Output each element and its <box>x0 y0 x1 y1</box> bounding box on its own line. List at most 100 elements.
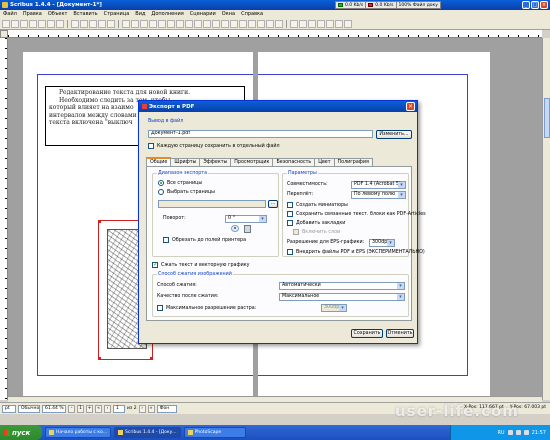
rotation-select[interactable]: 0 ° <box>225 215 267 223</box>
dialog-close-button[interactable]: × <box>406 102 415 111</box>
quality-select[interactable]: Максимальное <box>279 293 405 301</box>
prev-page-icon[interactable]: ‹ <box>104 404 111 413</box>
print-icon[interactable] <box>38 19 46 28</box>
taskbar-item[interactable]: Scribus 1.4.4 - [Доку... <box>114 427 181 438</box>
export-pdf-icon[interactable] <box>56 19 64 28</box>
mode-select[interactable]: Обычно <box>18 404 40 413</box>
first-page-icon[interactable]: « <box>95 404 102 413</box>
zoom-out-icon[interactable]: - <box>68 404 75 413</box>
menu-extras[interactable]: Дополнения <box>151 11 183 17</box>
layers-checkbox[interactable] <box>293 229 299 235</box>
select-tool-icon[interactable] <box>122 19 130 28</box>
menu-scripts[interactable]: Сценарии <box>190 11 216 17</box>
pages-input[interactable] <box>158 200 266 208</box>
text-frame-tool-icon[interactable] <box>131 19 139 28</box>
eyedropper-icon[interactable] <box>275 19 283 28</box>
menu-edit[interactable]: Правка <box>23 11 42 17</box>
taskbar-item[interactable]: Начало работы с ко... <box>45 427 112 438</box>
preview-eye-icon[interactable] <box>231 225 239 232</box>
menu-file[interactable]: Файл <box>3 11 17 17</box>
volume-icon[interactable] <box>515 430 521 435</box>
tab-color[interactable]: Цвет <box>314 158 335 166</box>
vertical-ruler[interactable] <box>0 38 8 400</box>
network-icon[interactable] <box>523 430 529 435</box>
new-document-icon[interactable] <box>2 19 10 28</box>
pdf-pushbutton-icon[interactable] <box>290 19 298 28</box>
tab-viewer[interactable]: Просмотрщик <box>230 158 274 166</box>
close-button[interactable]: × <box>540 1 548 9</box>
tab-fonts[interactable]: Шрифты <box>170 158 201 166</box>
vertical-scrollbar[interactable] <box>542 38 550 400</box>
resize-handle[interactable] <box>99 221 101 223</box>
linked-frames-checkbox[interactable] <box>287 211 293 217</box>
tray-icon[interactable] <box>507 430 513 435</box>
undo-icon[interactable] <box>71 19 79 28</box>
zoom-in-icon[interactable]: + <box>86 404 93 413</box>
menu-windows[interactable]: Окна <box>222 11 235 17</box>
tab-prepress[interactable]: Полиграфия <box>333 158 373 166</box>
tab-effects[interactable]: Эффекты <box>199 158 232 166</box>
pdf-combobox-icon[interactable] <box>317 19 325 28</box>
thumbnails-checkbox[interactable] <box>287 202 293 208</box>
preflight-icon[interactable] <box>47 19 55 28</box>
link-frames-icon[interactable] <box>248 19 256 28</box>
resize-handle[interactable] <box>99 357 101 359</box>
eps-resolution-select[interactable]: 300dpi <box>369 239 395 247</box>
last-page-icon[interactable]: » <box>147 404 155 413</box>
rotate-tool-icon[interactable] <box>212 19 220 28</box>
paste-icon[interactable] <box>107 19 115 28</box>
open-icon[interactable] <box>11 19 19 28</box>
scrollbar-thumb[interactable] <box>544 98 550 138</box>
resize-handle[interactable] <box>150 357 152 359</box>
all-pages-radio[interactable] <box>158 180 164 186</box>
shape-tool-icon[interactable] <box>167 19 175 28</box>
menu-object[interactable]: Объект <box>48 11 68 17</box>
embed-eps-checkbox[interactable] <box>287 249 293 255</box>
menu-page[interactable]: Страница <box>104 11 130 17</box>
ruler-origin[interactable] <box>0 30 8 38</box>
per-page-checkbox[interactable] <box>148 143 154 149</box>
compression-method-select[interactable]: Автоматически <box>279 282 405 290</box>
pdf-listbox-icon[interactable] <box>326 19 334 28</box>
table-tool-icon[interactable] <box>158 19 166 28</box>
zoom-tool-icon[interactable] <box>221 19 229 28</box>
bookmarks-checkbox[interactable] <box>287 220 293 226</box>
tab-general[interactable]: Общие <box>146 157 172 166</box>
maximize-button[interactable]: □ <box>531 1 539 9</box>
bezier-tool-icon[interactable] <box>194 19 202 28</box>
next-page-icon[interactable]: › <box>138 404 146 413</box>
close-document-icon[interactable] <box>29 19 37 28</box>
measure-icon[interactable] <box>266 19 274 28</box>
layer-select[interactable]: Фон <box>156 404 177 413</box>
language-indicator[interactable]: RU <box>497 430 504 436</box>
unit-select[interactable]: pt <box>2 404 16 413</box>
polygon-tool-icon[interactable] <box>176 19 184 28</box>
compress-text-checkbox[interactable] <box>152 261 158 268</box>
taskbar-item[interactable]: PhotoScape <box>183 427 246 438</box>
freehand-tool-icon[interactable] <box>203 19 211 28</box>
horizontal-ruler[interactable] <box>8 30 542 38</box>
edit-text-icon[interactable] <box>239 19 247 28</box>
compatibility-select[interactable]: PDF 1.4 (Acrobat 5) <box>351 181 406 189</box>
menu-insert[interactable]: Вставить <box>73 11 97 17</box>
edit-contents-icon[interactable] <box>230 19 238 28</box>
menu-help[interactable]: Справка <box>241 11 263 17</box>
minimize-button[interactable]: _ <box>522 1 530 9</box>
pdf-textfield-icon[interactable] <box>299 19 307 28</box>
zoom-field[interactable]: 61.44 % <box>42 404 66 413</box>
unlink-frames-icon[interactable] <box>257 19 265 28</box>
output-file-input[interactable]: Документ-1.pdf <box>148 130 373 138</box>
render-frame-tool-icon[interactable] <box>149 19 157 28</box>
page-number-field[interactable]: 1 <box>113 404 125 413</box>
cancel-button[interactable]: Отменить <box>386 329 414 338</box>
binding-select[interactable]: По левому полю <box>351 191 406 199</box>
cut-icon[interactable] <box>89 19 97 28</box>
redo-icon[interactable] <box>80 19 88 28</box>
choose-pages-radio[interactable] <box>158 189 164 195</box>
line-tool-icon[interactable] <box>185 19 193 28</box>
pdf-annotation-icon[interactable] <box>335 19 343 28</box>
max-resolution-select[interactable]: 300dpi <box>321 304 347 312</box>
tab-security[interactable]: Безопасность <box>272 158 316 166</box>
pdf-checkbox-icon[interactable] <box>308 19 316 28</box>
save-button[interactable]: Сохранить <box>351 329 383 338</box>
